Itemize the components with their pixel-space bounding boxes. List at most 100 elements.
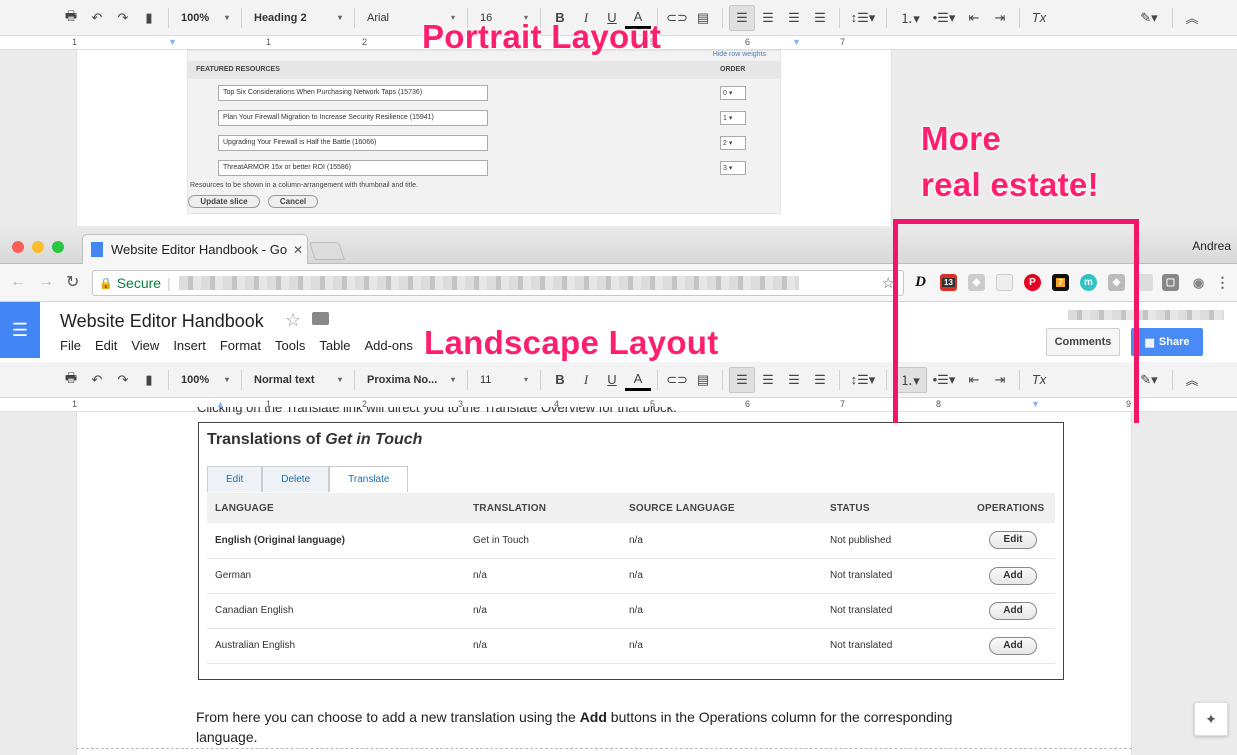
align-left-icon[interactable]: ☰ bbox=[729, 366, 755, 393]
url-field[interactable]: 🔒 Secure | ☆ bbox=[92, 270, 904, 296]
maximize-window-icon[interactable] bbox=[52, 241, 64, 253]
font-select[interactable]: Proxima No... ▾ bbox=[361, 367, 461, 393]
comment-icon[interactable]: ▤ bbox=[690, 367, 716, 393]
page-break bbox=[76, 748, 1132, 749]
extension-note-icon[interactable]: ▢ bbox=[1162, 274, 1179, 291]
text-color-icon[interactable]: A bbox=[625, 369, 651, 391]
new-tab-button[interactable] bbox=[309, 242, 345, 260]
order-select[interactable]: 0 ▾ bbox=[720, 86, 746, 100]
camera-icon[interactable]: ◉ bbox=[1190, 274, 1207, 291]
link-icon[interactable]: ⊂⊃ bbox=[664, 5, 690, 31]
editing-mode-icon[interactable]: ✎▾ bbox=[1132, 5, 1166, 31]
size-select[interactable]: 11 ▾ bbox=[474, 367, 534, 393]
collapse-icon[interactable]: ︽ bbox=[1179, 5, 1205, 31]
menu-edit[interactable]: Edit bbox=[95, 338, 117, 353]
close-window-icon[interactable] bbox=[12, 241, 24, 253]
hide-weights-link[interactable]: Hide row weights bbox=[713, 51, 766, 58]
explore-icon[interactable]: ✦ bbox=[1194, 702, 1228, 736]
close-tab-icon[interactable]: ✕ bbox=[293, 243, 303, 257]
folder-icon[interactable] bbox=[312, 312, 329, 325]
document-title[interactable]: Website Editor Handbook bbox=[60, 311, 264, 332]
zoom-select[interactable]: 100% ▾ bbox=[175, 367, 235, 393]
table-header: FEATURED RESOURCES ORDER bbox=[188, 61, 780, 79]
indent-marker-icon[interactable]: ▼ bbox=[792, 37, 801, 47]
share-button[interactable]: ▦ Share bbox=[1131, 328, 1203, 356]
table-row: Australian English n/a n/a Not translate… bbox=[207, 628, 1055, 664]
line-spacing-icon[interactable]: ↕☰▾ bbox=[846, 367, 880, 393]
order-select[interactable]: 1 ▾ bbox=[720, 111, 746, 125]
align-right-icon[interactable]: ☰ bbox=[781, 367, 807, 393]
people-icon: ▦ bbox=[1144, 336, 1155, 349]
order-select[interactable]: 2 ▾ bbox=[720, 136, 746, 150]
cell-status: Not translated bbox=[830, 628, 977, 664]
underline-icon[interactable]: U bbox=[599, 367, 625, 393]
bold-icon[interactable]: B bbox=[547, 367, 573, 393]
print-icon[interactable]: 🖶 bbox=[58, 5, 84, 31]
para-bold: Add bbox=[579, 709, 607, 725]
collapse-icon[interactable]: ︽ bbox=[1179, 367, 1205, 393]
print-icon[interactable]: 🖶 bbox=[58, 367, 84, 393]
resource-field[interactable]: Upgrading Your Firewall is Half the Batt… bbox=[218, 135, 488, 151]
docs-logo-icon[interactable]: ☰ bbox=[0, 302, 40, 358]
clear-formatting-icon[interactable]: Tx bbox=[1026, 5, 1052, 31]
resource-field[interactable]: Top Six Considerations When Purchasing N… bbox=[218, 85, 488, 101]
order-select[interactable]: 3 ▾ bbox=[720, 161, 746, 175]
menu-format[interactable]: Format bbox=[220, 338, 261, 353]
numbered-list-icon[interactable]: ⒈▾ bbox=[893, 5, 927, 31]
reload-icon[interactable]: ↻ bbox=[66, 272, 79, 292]
cancel-button[interactable]: Cancel bbox=[268, 195, 318, 208]
minimize-window-icon[interactable] bbox=[32, 241, 44, 253]
indent-marker-icon[interactable]: ▼ bbox=[168, 37, 177, 47]
translation-link[interactable]: Get in Touch bbox=[473, 523, 629, 559]
star-icon[interactable]: ☆ bbox=[285, 310, 301, 331]
comment-icon[interactable]: ▤ bbox=[690, 5, 716, 31]
italic-icon[interactable]: I bbox=[573, 367, 599, 393]
divider bbox=[168, 369, 169, 390]
tab-translate[interactable]: Translate bbox=[329, 466, 409, 492]
edit-button[interactable]: Edit bbox=[989, 531, 1037, 550]
align-justify-icon[interactable]: ☰ bbox=[807, 5, 833, 31]
undo-icon[interactable]: ↶ bbox=[84, 5, 110, 31]
style-value: Normal text bbox=[254, 373, 315, 386]
decrease-indent-icon[interactable]: ⇤ bbox=[961, 5, 987, 31]
line-spacing-icon[interactable]: ↕☰▾ bbox=[846, 5, 880, 31]
update-slice-button[interactable]: Update slice bbox=[188, 195, 260, 208]
menu-insert[interactable]: Insert bbox=[173, 338, 206, 353]
redo-icon[interactable]: ↷ bbox=[110, 5, 136, 31]
increase-indent-icon[interactable]: ⇥ bbox=[987, 5, 1013, 31]
align-left-icon[interactable]: ☰ bbox=[729, 4, 755, 31]
align-right-icon[interactable]: ☰ bbox=[781, 5, 807, 31]
undo-icon[interactable]: ↶ bbox=[84, 367, 110, 393]
highlight-box bbox=[893, 219, 1139, 423]
menu-table[interactable]: Table bbox=[319, 338, 350, 353]
secure-label: Secure bbox=[116, 275, 162, 291]
style-select[interactable]: Heading 2 ▾ bbox=[248, 5, 348, 31]
ruler-mark: 7 bbox=[840, 399, 846, 409]
browser-tab[interactable]: Website Editor Handbook - Go ✕ bbox=[82, 234, 308, 264]
link-icon[interactable]: ⊂⊃ bbox=[664, 367, 690, 393]
style-select[interactable]: Normal text ▾ bbox=[248, 367, 348, 393]
redo-icon[interactable]: ↷ bbox=[110, 367, 136, 393]
align-justify-icon[interactable]: ☰ bbox=[807, 367, 833, 393]
menu-add-ons[interactable]: Add-ons bbox=[364, 338, 412, 353]
paint-format-icon[interactable]: ▮ bbox=[136, 367, 162, 393]
chrome-menu-icon[interactable]: ⋮ bbox=[1214, 274, 1231, 291]
profile-name[interactable]: Andrea bbox=[1192, 239, 1231, 253]
tab-edit[interactable]: Edit bbox=[207, 466, 263, 492]
forward-icon[interactable]: → bbox=[38, 273, 54, 291]
menu-view[interactable]: View bbox=[131, 338, 159, 353]
tab-delete[interactable]: Delete bbox=[262, 466, 330, 492]
align-center-icon[interactable]: ☰ bbox=[755, 5, 781, 31]
menu-file[interactable]: File bbox=[60, 338, 81, 353]
resource-field[interactable]: ThreatARMOR 15x or better ROI (15586) bbox=[218, 160, 488, 176]
bulleted-list-icon[interactable]: •☰▾ bbox=[927, 5, 961, 31]
add-button[interactable]: Add bbox=[989, 636, 1037, 655]
resource-field[interactable]: Plan Your Firewall Migration to Increase… bbox=[218, 110, 488, 126]
add-button[interactable]: Add bbox=[989, 601, 1037, 620]
zoom-select[interactable]: 100% ▾ bbox=[175, 5, 235, 31]
menu-tools[interactable]: Tools bbox=[275, 338, 305, 353]
add-button[interactable]: Add bbox=[989, 566, 1037, 585]
back-icon[interactable]: ← bbox=[10, 273, 26, 291]
paint-format-icon[interactable]: ▮ bbox=[136, 5, 162, 31]
align-center-icon[interactable]: ☰ bbox=[755, 367, 781, 393]
